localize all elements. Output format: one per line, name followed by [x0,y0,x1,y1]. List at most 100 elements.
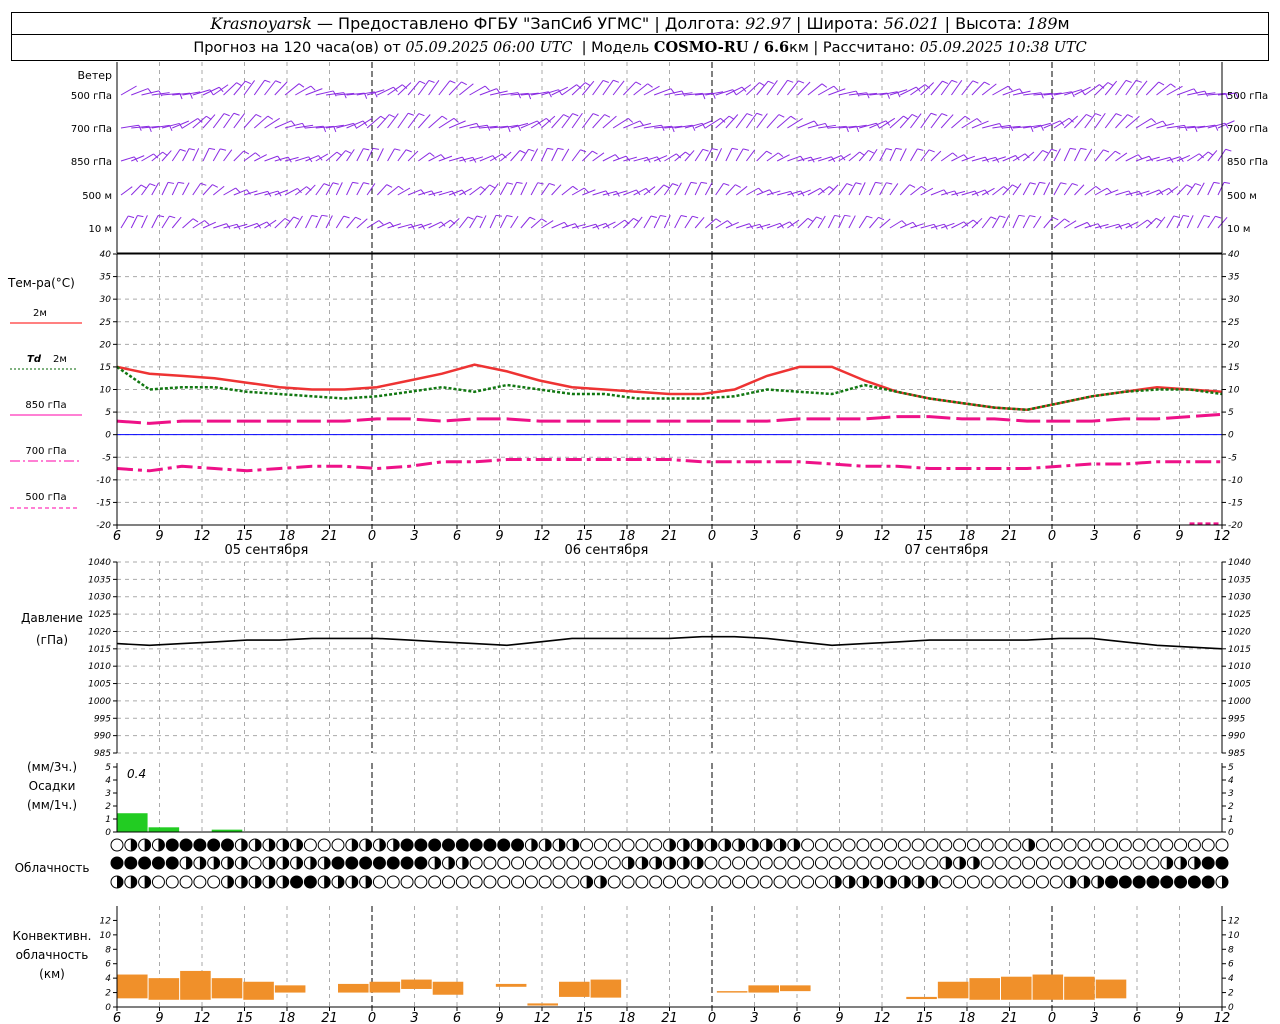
wind-barb [551,114,564,129]
wind-barb [776,79,788,96]
cloud-half [241,839,248,851]
wind-barb-feather [672,183,679,187]
conv-title-1: Конвективн. [13,929,92,943]
wind-barb-feather [821,83,828,88]
wind-barb [1176,184,1187,196]
wind-barb-feather [846,183,853,187]
wind-barb [192,183,202,196]
wind-barb [551,184,562,196]
wind-barb-feather [204,220,210,225]
cloud-half [1180,857,1187,869]
cloud-circle [1118,838,1132,852]
cloud-half [255,839,262,851]
cloud-half [296,839,303,851]
y-tick-label: 1 [105,815,111,825]
cloud-circle [428,875,442,889]
y-tick-label: -10 [1228,476,1243,486]
wind-barb [1156,216,1166,229]
wind-barb-feather [461,81,467,86]
wind-barb-feather [1213,181,1220,184]
wind-barb [520,216,531,229]
precip-max-label: 0.4 [127,767,146,781]
cloud-circle [649,875,663,889]
y-tick-label: 10 [100,386,112,396]
wind-barb [848,151,860,162]
wind-barb [602,221,616,229]
cloud-circle [331,838,345,852]
wind-barb-feather [866,215,873,219]
wind-barb [387,113,399,129]
cloud-half [227,876,234,888]
wind-barb-feather [343,215,350,219]
cloud-circle [165,875,179,889]
meteogram: Ветер Тем-ра(°C) Давление (гПа) (мм/3ч.)… [7,62,1268,1024]
cloud-half [462,857,469,869]
cloud-circle [980,875,994,889]
wind-barb-feather [878,216,885,221]
wind-barb-feather [661,125,665,131]
legend-850-label: 850 гПа [25,400,66,411]
cloud-circle [1174,875,1188,889]
x-tick-label: 0 [708,529,716,544]
cloud-circle [635,838,649,852]
wind-barb [551,148,559,162]
wind-barb-feather [378,220,384,225]
cloud-circle [870,838,884,852]
wind-barb-feather [1150,118,1157,123]
wind-barb-feather [1215,215,1222,219]
wind-barb-feather [507,182,514,185]
wind-barb-feather [476,215,483,219]
precip-bar [117,813,148,832]
wind-barb [1135,80,1148,96]
cloud-circle [1201,838,1215,852]
x-tick-label: 9 [155,1011,163,1024]
wind-barb [182,218,194,229]
cloud-circle [442,838,455,852]
wind-barb [254,154,267,162]
y-tick-label: 25 [1228,318,1240,328]
wind-title: Ветер [78,69,112,82]
conv-title-2: облачность [16,948,89,962]
wind-barb-feather [137,214,144,218]
cloud-half [766,839,773,851]
wind-barb-feather [405,149,412,153]
y-tick-label: -5 [1228,453,1237,463]
wind-barb [623,218,634,229]
wind-level-label: 700 гПа [71,124,112,135]
wind-barb [397,149,407,162]
x-tick-label: 18 [619,529,636,544]
cloud-circle [538,856,552,870]
x-tick-label: 18 [279,529,296,544]
wind-barb-feather [236,82,243,87]
cloud-circle [966,838,980,852]
wind-barb-feather [467,216,474,220]
wind-barb-feather [529,216,536,221]
conv-bar [401,979,432,989]
wind-barb-feather [1125,79,1132,83]
cloud-circle [400,838,414,852]
wind-barb [776,221,790,229]
wind-barb-feather [489,184,496,189]
cloud-circle [953,838,967,852]
wind-barb [1012,215,1020,229]
wind-barb [561,148,570,162]
cloud-circle [1022,875,1036,889]
wind-barb-feather [429,152,435,157]
wind-barb-feather [128,215,135,219]
y-tick-label: 8 [1228,945,1234,955]
wind-barb [715,148,723,162]
wind-barb [571,187,585,196]
wind-barb-feather [1042,149,1049,154]
x-tick-label: 9 [835,1011,843,1024]
wind-barb [971,81,985,96]
wind-barb [1053,117,1070,129]
cloud-half [186,857,193,869]
wind-barb [438,80,451,96]
wind-barb [151,215,159,229]
x-tick-label: 6 [793,529,801,544]
wind-barb [551,221,565,229]
wind-barb-feather [628,118,634,123]
wind-barb [171,182,179,196]
cloud-half [876,876,883,888]
wind-barb [428,115,443,129]
